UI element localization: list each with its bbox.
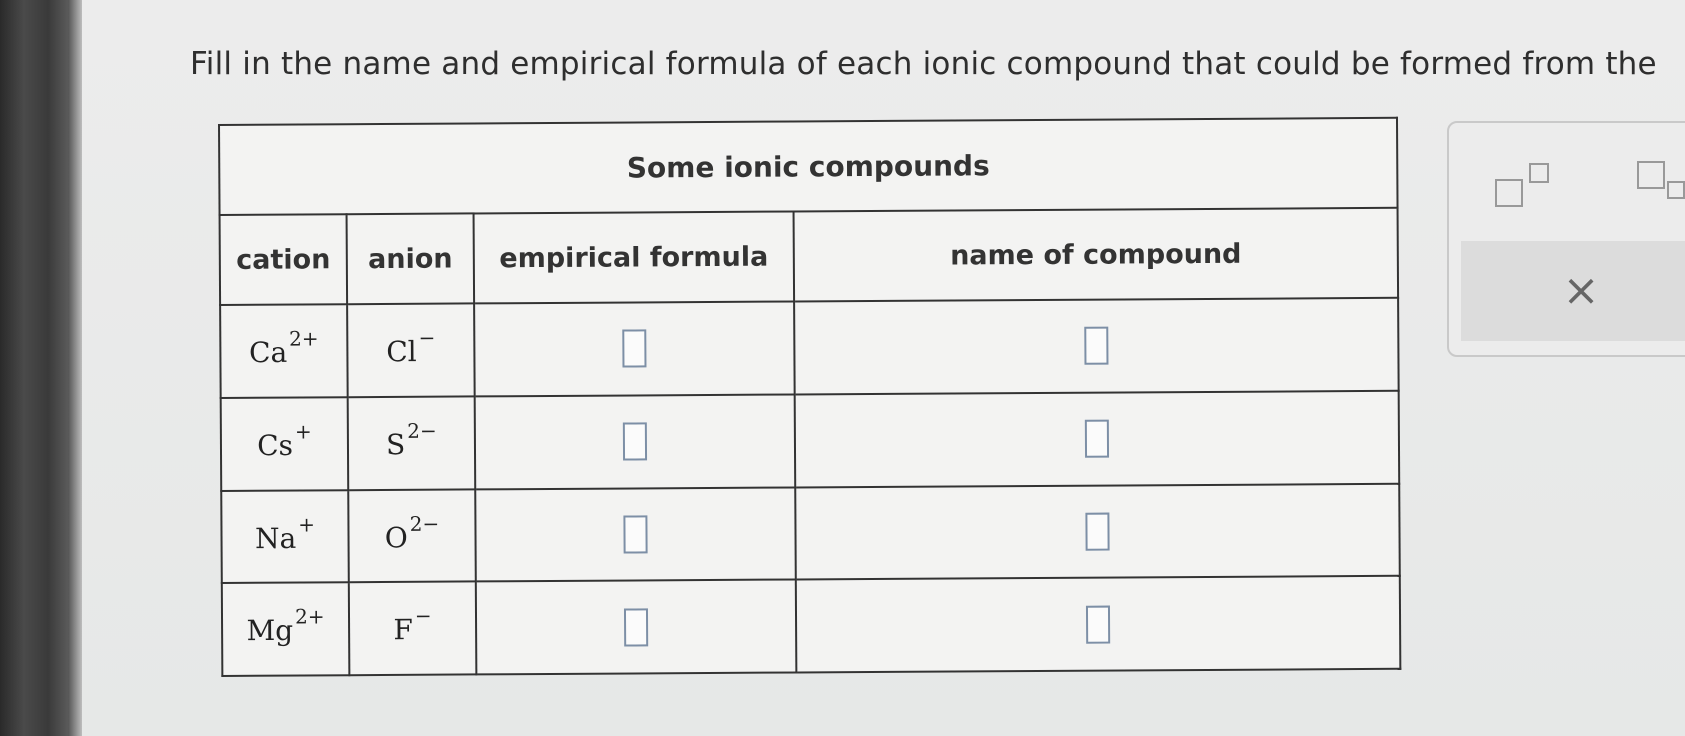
cation-charge: +	[294, 419, 312, 444]
anion-cell: S2−	[347, 396, 476, 490]
superscript-box	[1529, 163, 1549, 183]
anion-charge: 2−	[409, 511, 440, 536]
base-box	[1495, 179, 1523, 207]
cation-cell: Cs+	[220, 396, 349, 491]
cation-cell: Ca2+	[220, 304, 348, 398]
compound-name-input[interactable]	[1085, 605, 1111, 644]
anion-cell: O2−	[348, 488, 476, 583]
anion-charge: 2−	[407, 418, 437, 443]
empirical-formula-input[interactable]	[623, 515, 648, 554]
empirical-formula-input[interactable]	[622, 422, 648, 461]
compound-name-cell	[794, 297, 1399, 395]
clear-icon[interactable]: ×	[1551, 261, 1611, 321]
cation-charge: 2+	[289, 326, 319, 351]
anion-symbol: F	[393, 613, 414, 647]
table-row: Na+ O2−	[221, 483, 1400, 584]
cation-symbol: Mg	[246, 614, 294, 648]
cation-cell: Na+	[221, 489, 349, 584]
table-row: Ca2+ Cl−	[220, 297, 1399, 398]
anion-charge: −	[418, 325, 436, 350]
compound-name-cell	[795, 576, 1401, 673]
toolbox-action-strip: ×	[1461, 241, 1685, 341]
ionic-compounds-table: Some ionic compounds cation anion empiri…	[218, 116, 1402, 677]
cation-symbol: Na	[254, 521, 297, 555]
cation-symbol: Cs	[257, 428, 294, 463]
cation-symbol: Ca	[248, 336, 288, 370]
math-toolbox: ×	[1447, 121, 1685, 357]
superscript-box-icon[interactable]	[1495, 161, 1565, 211]
cation-charge: +	[298, 512, 316, 537]
empirical-formula-cell	[474, 394, 796, 489]
subscript-box	[1667, 181, 1685, 199]
subscript-box-icon[interactable]	[1637, 159, 1685, 209]
anion-symbol: O	[384, 520, 408, 555]
base-box	[1637, 161, 1665, 189]
empirical-formula-cell	[474, 301, 795, 397]
empirical-formula-cell	[475, 579, 797, 675]
anion-symbol: Cl	[386, 335, 417, 369]
compound-name-cell	[794, 390, 1400, 487]
header-cation: cation	[219, 214, 348, 305]
screen-bezel-edge	[68, 0, 82, 736]
header-name-of-compound: name of compound	[793, 207, 1399, 302]
empirical-formula-input[interactable]	[623, 608, 649, 647]
table-row: Cs+ S2−	[220, 390, 1400, 491]
header-anion: anion	[346, 213, 475, 305]
anion-cell: F−	[348, 581, 477, 676]
table-row: Mg2+ F−	[221, 576, 1401, 676]
anion-symbol: S	[386, 428, 406, 462]
empirical-formula-cell	[475, 486, 796, 582]
question-text: Fill in the name and empirical formula o…	[190, 46, 1657, 82]
compound-name-input[interactable]	[1085, 512, 1110, 551]
anion-charge: −	[414, 604, 432, 629]
table-title: Some ionic compounds	[219, 117, 1398, 215]
header-empirical-formula: empirical formula	[473, 211, 795, 304]
cation-charge: 2+	[294, 604, 325, 629]
compound-name-cell	[795, 483, 1400, 580]
compound-name-input[interactable]	[1084, 326, 1109, 366]
compound-name-input[interactable]	[1084, 419, 1110, 458]
empirical-formula-input[interactable]	[622, 329, 647, 368]
anion-cell: Cl−	[347, 303, 475, 397]
cation-cell: Mg2+	[221, 582, 350, 676]
